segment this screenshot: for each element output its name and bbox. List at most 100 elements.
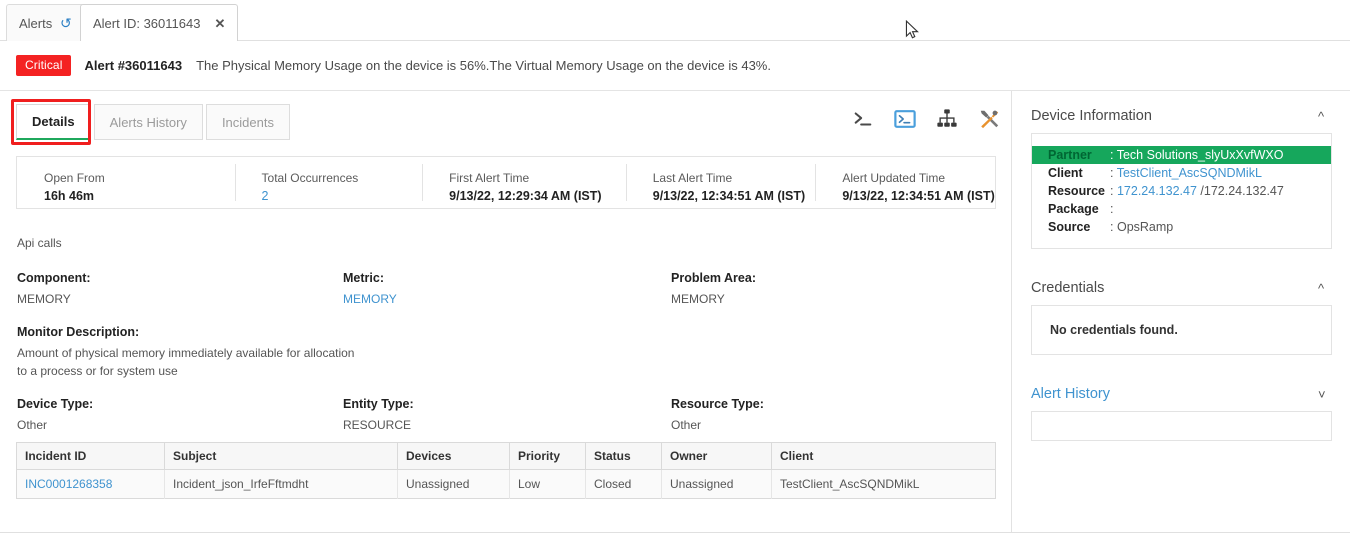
alert-detail-page: Alerts ↻ Alert ID: 36011643 ✕ Critical A… (0, 0, 1350, 537)
incident-id-link[interactable]: INC0001268358 (25, 477, 112, 491)
field-resource-type: Resource Type: Other (671, 397, 971, 434)
alert-history-title[interactable]: Alert History (1031, 386, 1110, 402)
tab-alert-id-label: Alert ID: 36011643 (93, 15, 201, 31)
column-header-client: Client (771, 442, 996, 470)
field-label: Component: (17, 271, 91, 285)
device-row-source: Source : OpsRamp (1032, 218, 1331, 236)
device-row-value[interactable]: : 172.24.132.47 /172.24.132.47 (1110, 184, 1284, 198)
summary-value: 9/13/22, 12:34:51 AM (IST) (842, 188, 995, 203)
field-value: Other (671, 418, 702, 432)
no-credentials-text: No credentials found. (1050, 323, 1178, 337)
credentials-section: Credentials ^ No credentials found. (1031, 263, 1332, 355)
tab-details-label: Details (32, 114, 75, 129)
alert-banner: Critical Alert #36011643 The Physical Me… (0, 41, 1350, 91)
credentials-title: Credentials (1031, 280, 1105, 296)
summary-label: Total Occurrences (261, 170, 359, 185)
detail-tabs: Details Alerts History Incidents (16, 104, 293, 140)
field-value-link[interactable]: MEMORY (343, 290, 671, 308)
table-header-row: Incident ID Subject Devices Priority Sta… (16, 442, 996, 470)
tab-alerts-history-label: Alerts History (109, 114, 187, 130)
device-row-label: Package (1048, 202, 1099, 216)
summary-label: Alert Updated Time (842, 170, 946, 185)
chevron-down-icon[interactable]: ˅ (1318, 388, 1332, 401)
alert-id-text: Alert #36011643 (84, 58, 183, 73)
credentials-header[interactable]: Credentials ^ (1031, 263, 1332, 305)
field-entity-type: Entity Type: RESOURCE (343, 397, 671, 434)
tab-alerts[interactable]: Alerts ↻ (6, 4, 85, 41)
device-row-client: Client : TestClient_AscSQNDMikL (1032, 164, 1331, 182)
tab-details[interactable]: Details (16, 104, 91, 140)
tab-incidents-label: Incidents (221, 114, 274, 130)
browser-tab-strip: Alerts ↻ Alert ID: 36011643 ✕ (0, 0, 1350, 41)
field-label: Entity Type: (343, 397, 414, 411)
topology-icon[interactable] (936, 108, 958, 130)
main-content: Details Alerts History Incidents Open Fr… (0, 91, 1012, 532)
credentials-card: No credentials found. (1031, 305, 1332, 355)
close-icon[interactable]: ✕ (214, 17, 225, 30)
device-row-value: : OpsRamp (1110, 220, 1173, 234)
field-label: Problem Area: (671, 271, 756, 285)
summary-total-occurrences: Total Occurrences 2 (234, 157, 423, 208)
field-problem-area: Problem Area: MEMORY (671, 271, 971, 308)
status-badge: Critical (16, 55, 72, 76)
incidents-table: Incident ID Subject Devices Priority Sta… (16, 442, 996, 499)
summary-first-alert-time: First Alert Time 9/13/22, 12:29:34 AM (I… (422, 157, 626, 208)
refresh-icon[interactable]: ↻ (60, 15, 72, 31)
field-row-1: Component: MEMORY Metric: MEMORY Problem… (17, 271, 997, 308)
device-row-resource: Resource : 172.24.132.47 /172.24.132.47 (1032, 182, 1331, 200)
summary-label: First Alert Time (449, 170, 530, 185)
right-sidebar: Device Information ^ Partner : Tech Solu… (1013, 91, 1350, 532)
tab-alerts-label: Alerts (19, 15, 53, 31)
alert-summary-panel: Open From 16h 46m Total Occurrences 2 Fi… (16, 156, 996, 209)
resource-link[interactable]: 172.24.132.47 (1117, 184, 1197, 198)
cell-priority: Low (509, 469, 586, 499)
summary-value-link[interactable]: 2 (262, 189, 423, 203)
tab-incidents[interactable]: Incidents (205, 104, 290, 140)
tools-icon[interactable] (978, 108, 1000, 130)
field-label: Device Type: (17, 397, 94, 411)
alert-history-header[interactable]: Alert History ˅ (1031, 369, 1332, 411)
cell-incident-id[interactable]: INC0001268358 (16, 469, 165, 499)
column-header-priority: Priority (509, 442, 586, 470)
column-header-status: Status (585, 442, 662, 470)
partner-link[interactable]: Tech Solutions_slyUxXvfWXO (1117, 148, 1284, 162)
column-header-owner: Owner (661, 442, 772, 470)
column-header-subject: Subject (164, 442, 398, 470)
field-value: MEMORY (671, 292, 725, 306)
console-box-icon[interactable] (894, 108, 916, 130)
device-row-value: : (1110, 202, 1113, 216)
device-information-header[interactable]: Device Information ^ (1031, 91, 1332, 133)
device-row-value[interactable]: : TestClient_AscSQNDMikL (1110, 166, 1262, 180)
client-link[interactable]: TestClient_AscSQNDMikL (1117, 166, 1262, 180)
summary-label: Last Alert Time (652, 170, 733, 185)
action-toolbar (852, 108, 1000, 130)
tab-alert-id[interactable]: Alert ID: 36011643 ✕ (80, 4, 239, 41)
device-information-title: Device Information (1031, 108, 1152, 124)
summary-value: 9/13/22, 12:34:51 AM (IST) (652, 188, 806, 203)
source-value: OpsRamp (1116, 220, 1174, 234)
field-row-2: Monitor Description: Amount of physical … (17, 325, 997, 380)
summary-last-alert-time: Last Alert Time 9/13/22, 12:34:51 AM (IS… (625, 157, 816, 208)
field-value: MEMORY (17, 292, 71, 306)
device-row-value[interactable]: : Tech Solutions_slyUxXvfWXO (1110, 148, 1283, 162)
field-value-line2: to a process or for system use (17, 364, 178, 378)
resource-ip-plain: /172.24.132.47 (1200, 184, 1284, 198)
page-bottom-divider (0, 532, 1350, 537)
summary-alert-updated-time: Alert Updated Time 9/13/22, 12:34:51 AM … (815, 157, 995, 208)
separator: : (1110, 220, 1114, 234)
field-label: Resource Type: (671, 397, 764, 411)
separator: : (1110, 202, 1114, 216)
cell-devices: Unassigned (397, 469, 510, 499)
api-calls-text: Api calls (17, 236, 62, 250)
column-header-devices: Devices (397, 442, 510, 470)
device-row-label: Partner (1048, 148, 1092, 162)
cell-status: Closed (585, 469, 662, 499)
separator: : (1110, 184, 1114, 198)
field-value: RESOURCE (343, 418, 412, 432)
tab-alerts-history[interactable]: Alerts History (93, 104, 203, 140)
chevron-up-icon[interactable]: ^ (1318, 282, 1332, 295)
field-label: Metric: (343, 271, 384, 285)
chevron-up-icon[interactable]: ^ (1318, 110, 1332, 123)
device-row-label: Source (1048, 220, 1091, 234)
terminal-prompt-icon[interactable] (852, 108, 874, 130)
